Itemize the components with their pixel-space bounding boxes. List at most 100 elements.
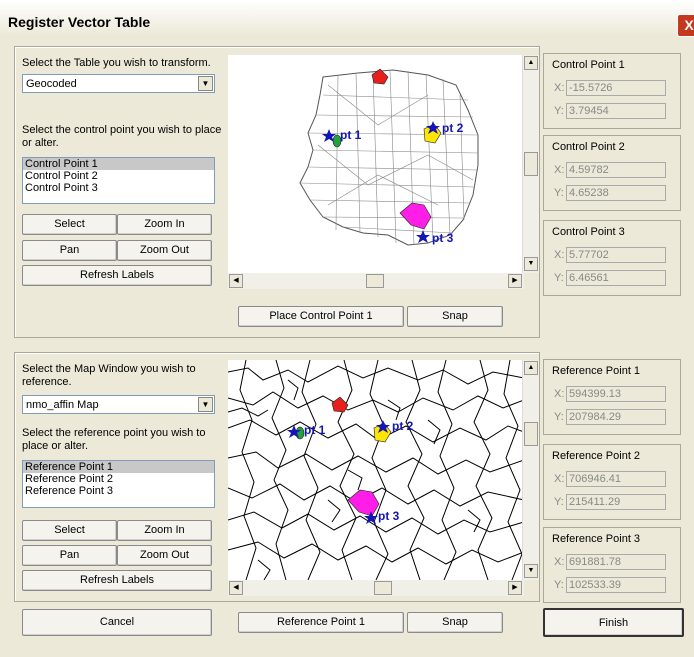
control-point-2-box: Control Point 2 X: 4.59782 Y: 4.65238 <box>543 135 681 211</box>
reference-point-prompt: Select the reference point you wish to p… <box>22 427 206 452</box>
zoom-out-button[interactable]: Zoom Out <box>117 240 212 261</box>
pan-button[interactable]: Pan <box>22 240 117 261</box>
map-window-select-value: nmo_affin Map <box>26 399 99 411</box>
list-item[interactable]: Control Point 1 <box>23 158 214 170</box>
list-item[interactable]: Control Point 3 <box>23 182 214 194</box>
reference-point-1-box: Reference Point 1 X: 594399.13 Y: 207984… <box>543 359 681 435</box>
list-item[interactable]: Reference Point 1 <box>23 461 214 473</box>
select-button[interactable]: Select <box>22 214 117 235</box>
red-region <box>331 396 349 413</box>
y-value-field: 215411.29 <box>566 494 666 510</box>
point-title: Control Point 1 <box>552 59 625 71</box>
x-label: X: <box>554 388 565 400</box>
table-select-value: Geocoded <box>26 78 77 90</box>
list-item[interactable]: Control Point 2 <box>23 170 214 182</box>
y-label: Y: <box>554 272 564 284</box>
x-value-field: 706946.41 <box>566 471 666 487</box>
zoom-in-button[interactable]: Zoom In <box>117 214 212 235</box>
x-label: X: <box>554 249 565 261</box>
list-item[interactable]: Reference Point 2 <box>23 473 214 485</box>
scroll-right-icon[interactable]: ▶ <box>508 274 522 288</box>
select-button[interactable]: Select <box>22 520 117 541</box>
source-map-horizontal-scrollbar[interactable]: ◀ ▶ <box>228 273 524 289</box>
register-vector-table-dialog: Register Vector Table X Select the Table… <box>0 0 694 657</box>
place-control-point-button[interactable]: Place Control Point 1 <box>238 306 404 327</box>
scroll-down-icon[interactable]: ▼ <box>524 564 538 578</box>
point-title: Reference Point 2 <box>552 450 641 462</box>
scroll-down-icon[interactable]: ▼ <box>524 257 538 271</box>
snap-button[interactable]: Snap <box>407 306 503 327</box>
x-label: X: <box>554 164 565 176</box>
zoom-in-button[interactable]: Zoom In <box>117 520 212 541</box>
control-point-list[interactable]: Control Point 1 Control Point 2 Control … <box>22 157 215 204</box>
table-select[interactable]: Geocoded ▼ <box>22 74 215 93</box>
scroll-thumb[interactable] <box>524 422 538 446</box>
scroll-thumb[interactable] <box>366 274 384 288</box>
y-value-field: 6.46561 <box>566 270 666 286</box>
scroll-thumb[interactable] <box>524 152 538 176</box>
x-value-field: -15.5726 <box>566 80 666 96</box>
x-value-field: 594399.13 <box>566 386 666 402</box>
control-point-3-box: Control Point 3 X: 5.77702 Y: 6.46561 <box>543 220 681 296</box>
point-title: Reference Point 1 <box>552 365 641 377</box>
x-label: X: <box>554 82 565 94</box>
map-window-prompt: Select the Map Window you wish to refere… <box>22 363 196 388</box>
y-value-field: 207984.29 <box>566 409 666 425</box>
map-label-pt3: pt 3 <box>378 509 400 523</box>
reference-map-horizontal-scrollbar[interactable]: ◀ ▶ <box>228 580 524 596</box>
map-label-pt1: pt 1 <box>340 128 362 142</box>
control-point-prompt: Select the control point you wish to pla… <box>22 124 222 149</box>
source-map-view[interactable]: pt 1 pt 2 pt 3 <box>228 55 524 273</box>
reference-map-canvas <box>227 359 525 581</box>
cancel-button[interactable]: Cancel <box>22 609 212 636</box>
pan-button[interactable]: Pan <box>22 545 117 566</box>
reference-point-list[interactable]: Reference Point 1 Reference Point 2 Refe… <box>22 460 215 508</box>
refresh-labels-button[interactable]: Refresh Labels <box>22 265 212 286</box>
source-map-canvas <box>299 68 479 246</box>
x-value-field: 4.59782 <box>566 162 666 178</box>
scroll-right-icon[interactable]: ▶ <box>508 581 522 595</box>
x-value-field: 5.77702 <box>566 247 666 263</box>
refresh-labels-button[interactable]: Refresh Labels <box>22 570 212 591</box>
chevron-down-icon[interactable]: ▼ <box>198 76 213 91</box>
scroll-up-icon[interactable]: ▲ <box>524 56 538 70</box>
place-reference-point-button[interactable]: Reference Point 1 <box>238 612 404 633</box>
y-value-field: 102533.39 <box>566 577 666 593</box>
point-title: Reference Point 3 <box>552 533 641 545</box>
y-label: Y: <box>554 105 564 117</box>
x-label: X: <box>554 473 565 485</box>
title-bar: Register Vector Table X <box>0 0 694 37</box>
scroll-up-icon[interactable]: ▲ <box>524 361 538 375</box>
reference-map-vertical-scrollbar[interactable]: ▲ ▼ <box>522 360 539 580</box>
zoom-out-button[interactable]: Zoom Out <box>117 545 212 566</box>
region-outline <box>299 69 479 246</box>
y-label: Y: <box>554 496 564 508</box>
y-value-field: 4.65238 <box>566 185 666 201</box>
finish-button[interactable]: Finish <box>543 608 684 637</box>
table-prompt: Select the Table you wish to transform. <box>22 57 211 69</box>
window-title: Register Vector Table <box>8 14 151 30</box>
map-label-pt2: pt 2 <box>442 121 464 135</box>
map-label-pt1: pt 1 <box>304 423 326 437</box>
reference-point-3-box: Reference Point 3 X: 691881.78 Y: 102533… <box>543 527 681 603</box>
point-title: Control Point 3 <box>552 226 625 238</box>
reference-point-2-box: Reference Point 2 X: 706946.41 Y: 215411… <box>543 444 681 520</box>
close-button[interactable]: X <box>677 14 694 37</box>
y-label: Y: <box>554 411 564 423</box>
control-point-1-box: Control Point 1 X: -15.5726 Y: 3.79454 <box>543 53 681 129</box>
region-boundaries <box>227 359 525 581</box>
chevron-down-icon[interactable]: ▼ <box>198 397 213 412</box>
list-item[interactable]: Reference Point 3 <box>23 485 214 497</box>
snap-button[interactable]: Snap <box>407 612 503 633</box>
reference-map-view[interactable]: pt 1 pt 2 pt 3 <box>227 359 525 581</box>
y-label: Y: <box>554 579 564 591</box>
map-window-select[interactable]: nmo_affin Map ▼ <box>22 395 215 414</box>
scroll-left-icon[interactable]: ◀ <box>229 581 243 595</box>
scroll-thumb[interactable] <box>374 581 392 595</box>
scroll-left-icon[interactable]: ◀ <box>229 274 243 288</box>
point-title: Control Point 2 <box>552 141 625 153</box>
x-label: X: <box>554 556 565 568</box>
source-map-vertical-scrollbar[interactable]: ▲ ▼ <box>522 55 539 273</box>
y-value-field: 3.79454 <box>566 103 666 119</box>
y-label: Y: <box>554 187 564 199</box>
